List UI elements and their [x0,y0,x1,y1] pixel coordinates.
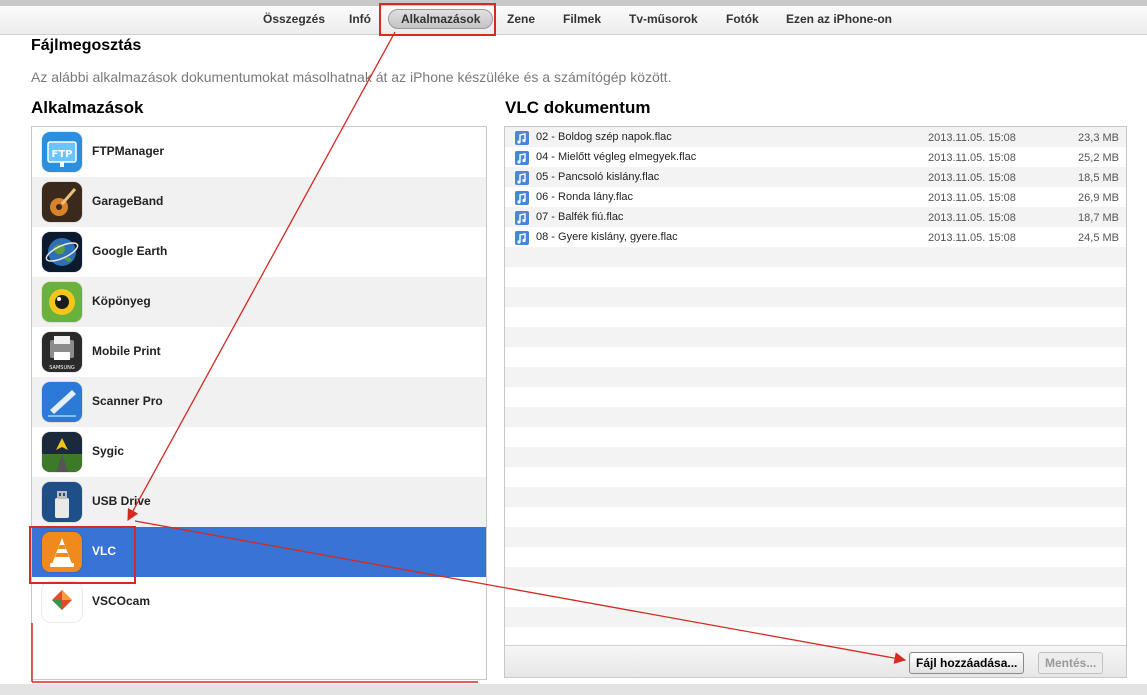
page-title: Fájlmegosztás [31,37,142,54]
audio-file-icon [515,191,529,205]
app-label: Köpönyeg [92,294,151,308]
app-label: Sygic [92,444,125,458]
app-item-google-earth[interactable]: Google Earth [32,227,486,277]
tab-osszegzes[interactable]: Összegzés [263,12,325,26]
row-stripe [505,387,1126,407]
tab-ezen-az-iphone-on[interactable]: Ezen az iPhone-on [786,12,892,26]
app-item-kopenyeg[interactable]: Köpönyeg [32,277,486,327]
app-label: Google Earth [92,244,168,258]
row-stripe [505,367,1126,387]
row-stripe [505,267,1126,287]
tab-fotok[interactable]: Fotók [726,12,759,26]
file-date: 2013.11.05. 15:08 [928,212,1016,224]
audio-file-icon [515,231,529,245]
app-item-sygic[interactable]: Sygic [32,427,486,477]
annotation-box-vlc [29,526,136,584]
tab-bar: Összegzés Infó Alkalmazások Zene Filmek … [0,6,1147,35]
audio-file-icon [515,151,529,165]
tab-tv-musorok[interactable]: Tv-műsorok [629,12,698,26]
file-size: 18,5 MB [1078,172,1119,184]
navigation-icon [42,432,82,472]
app-label: VSCOcam [92,594,151,608]
app-label: FTPManager [92,144,165,158]
row-stripe [505,427,1126,447]
file-name: 06 - Ronda lány.flac [536,191,634,203]
apps-section-title: Alkalmazások [31,98,144,117]
file-name: 08 - Gyere kislány, gyere.flac [536,231,678,243]
file-size: 25,2 MB [1078,152,1119,164]
file-name: 05 - Pancsoló kislány.flac [536,171,660,183]
row-stripe [505,287,1126,307]
file-date: 2013.11.05. 15:08 [928,152,1016,164]
add-file-button[interactable]: Fájl hozzáadása... [909,652,1025,674]
row-stripe [505,607,1126,627]
document-row[interactable]: 05 - Pancsoló kislány.flac 2013.11.05. 1… [505,168,1126,188]
file-size: 18,7 MB [1078,212,1119,224]
annotation-box-tab [379,3,496,36]
row-stripe [505,627,1126,647]
app-item-vscocam[interactable]: VSCOcam [32,577,486,627]
audio-file-icon [515,131,529,145]
app-item-ftpmanager[interactable]: FTP FTPManager [32,127,486,177]
row-stripe [505,307,1126,327]
file-size: 23,3 MB [1078,132,1119,144]
row-stripe [505,247,1126,267]
row-stripe [505,407,1126,427]
apps-list[interactable]: FTP FTPManager GarageBand Google Earth K… [31,126,487,680]
globe-icon [42,232,82,272]
app-item-garageband[interactable]: GarageBand [32,177,486,227]
row-stripe [505,327,1126,347]
file-date: 2013.11.05. 15:08 [928,192,1016,204]
row-stripe [505,487,1126,507]
document-row[interactable]: 06 - Ronda lány.flac 2013.11.05. 15:08 2… [505,188,1126,208]
file-date: 2013.11.05. 15:08 [928,232,1016,244]
document-button-bar: Fájl hozzáadása... Mentés... [505,645,1126,677]
app-item-usb-drive[interactable]: USB Drive [32,477,486,527]
file-name: 04 - Mielőtt végleg elmegyek.flac [536,151,697,163]
file-date: 2013.11.05. 15:08 [928,172,1016,184]
tab-zene[interactable]: Zene [507,12,535,26]
audio-file-icon [515,211,529,225]
document-row[interactable]: 04 - Mielőtt végleg elmegyek.flac 2013.1… [505,148,1126,168]
svg-text:FTP: FTP [52,149,73,160]
app-item-scanner-pro[interactable]: Scanner Pro [32,377,486,427]
document-row[interactable]: 07 - Balfék fiú.flac 2013.11.05. 15:08 1… [505,208,1126,228]
printer-icon: SAMSUNG [42,332,82,372]
file-size: 24,5 MB [1078,232,1119,244]
app-label: Scanner Pro [92,394,163,408]
document-row[interactable]: 08 - Gyere kislány, gyere.flac 2013.11.0… [505,228,1126,248]
usb-icon [42,482,82,522]
vsco-icon [42,582,82,622]
ftp-icon: FTP [42,132,82,172]
app-label: USB Drive [92,494,151,508]
row-stripe [505,547,1126,567]
app-item-mobile-print[interactable]: SAMSUNG Mobile Print [32,327,486,377]
scanner-icon [42,382,82,422]
docs-section-title: VLC dokumentum [505,98,651,117]
app-label: GarageBand [92,194,164,208]
row-stripe [505,507,1126,527]
row-stripe [505,527,1126,547]
file-name: 02 - Boldog szép napok.flac [536,131,672,143]
document-row[interactable]: 02 - Boldog szép napok.flac 2013.11.05. … [505,128,1126,148]
file-size: 26,9 MB [1078,192,1119,204]
audio-file-icon [515,171,529,185]
guitar-icon [42,182,82,222]
page-description: Az alábbi alkalmazások dokumentumokat má… [31,69,672,85]
row-stripe [505,347,1126,367]
tab-info[interactable]: Infó [349,12,371,26]
save-button[interactable]: Mentés... [1038,652,1104,674]
tab-filmek[interactable]: Filmek [563,12,601,26]
file-name: 07 - Balfék fiú.flac [536,211,624,223]
bottom-status-bar [0,684,1147,695]
row-stripe [505,447,1126,467]
row-stripe [505,587,1126,607]
file-date: 2013.11.05. 15:08 [928,132,1016,144]
svg-text:SAMSUNG: SAMSUNG [49,365,75,371]
row-stripe [505,567,1126,587]
row-stripe [505,467,1126,487]
app-label: Mobile Print [92,344,161,358]
documents-panel[interactable]: 02 - Boldog szép napok.flac 2013.11.05. … [504,126,1127,678]
eye-icon [42,282,82,322]
